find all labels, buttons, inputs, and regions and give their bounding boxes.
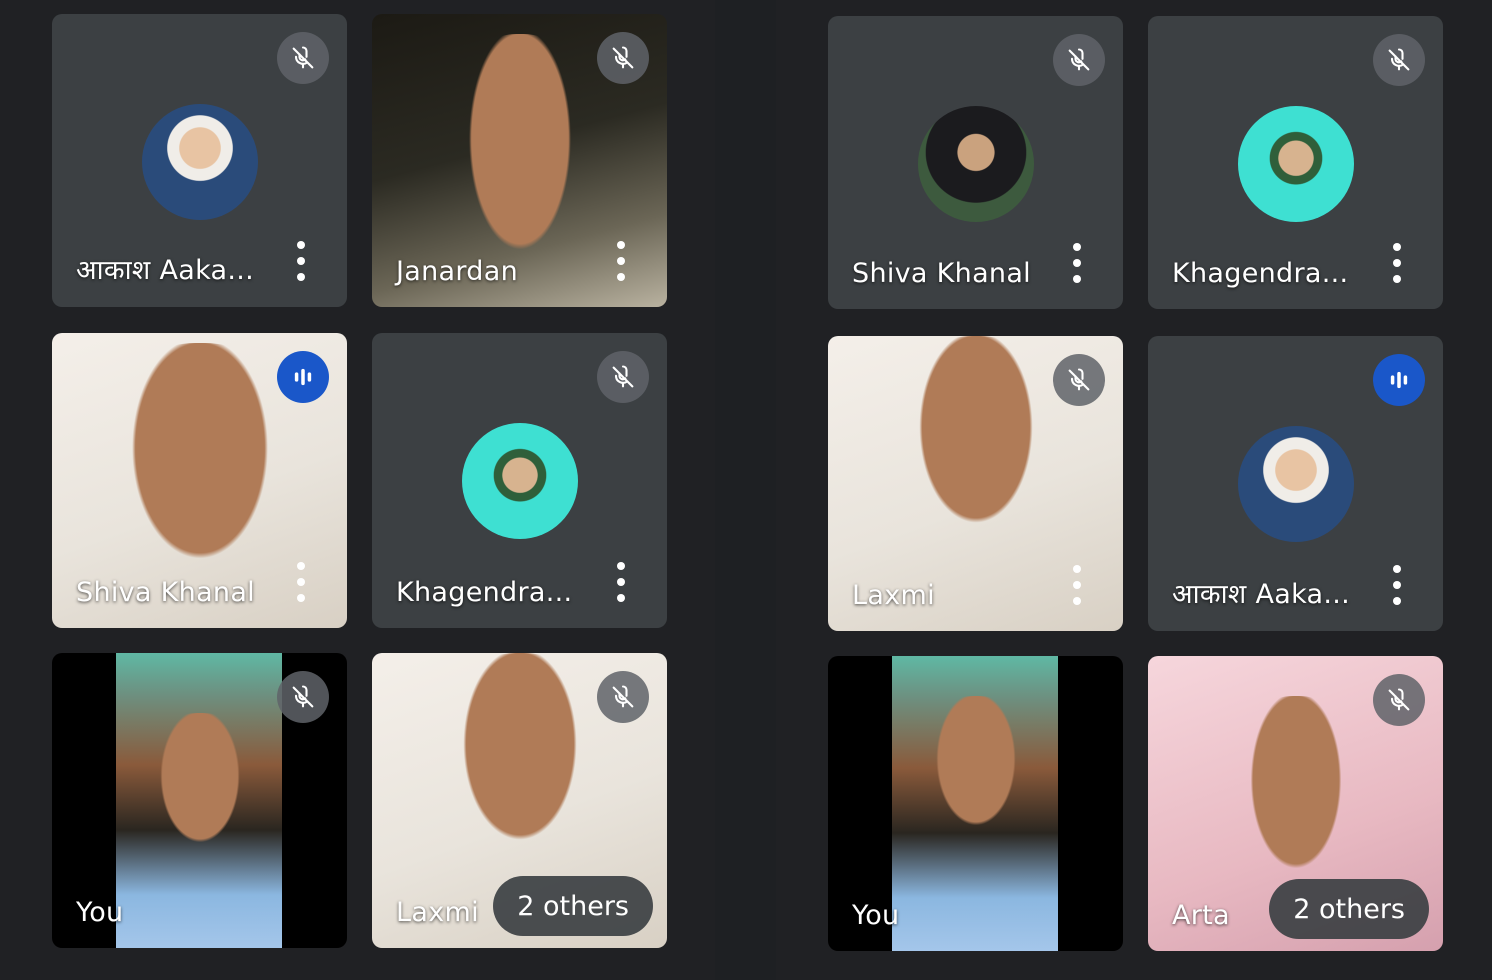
participant-tile[interactable]: आकाश Aaka... xyxy=(1148,336,1443,631)
participant-tile[interactable]: Shiva Khanal xyxy=(52,333,347,628)
mic-off-icon xyxy=(277,671,329,723)
meeting-grid-left: आकाश Aaka... Janardan Shiva Khanal Khage… xyxy=(0,0,715,980)
more-vert-icon[interactable] xyxy=(1063,243,1091,283)
more-vert-icon[interactable] xyxy=(607,241,635,281)
participant-tile[interactable]: Khagendra... xyxy=(1148,16,1443,309)
mic-off-icon xyxy=(277,32,329,84)
mic-off-icon xyxy=(1053,354,1105,406)
participant-tile[interactable]: Shiva Khanal xyxy=(828,16,1123,309)
mic-off-icon xyxy=(1373,34,1425,86)
participant-name: Shiva Khanal xyxy=(76,577,255,608)
mic-off-icon xyxy=(1053,34,1105,86)
participant-video xyxy=(875,336,1076,596)
mic-off-icon xyxy=(597,671,649,723)
participant-video xyxy=(419,653,620,913)
participant-name: You xyxy=(76,897,124,928)
mic-off-icon xyxy=(597,32,649,84)
participant-name: Khagendra... xyxy=(1172,258,1349,289)
panel-divider xyxy=(715,0,776,980)
participant-avatar xyxy=(1237,426,1354,542)
participant-name: You xyxy=(852,900,900,931)
mic-off-icon xyxy=(1373,674,1425,726)
participant-name: Janardan xyxy=(396,256,518,287)
participant-avatar xyxy=(917,106,1034,222)
participant-avatar xyxy=(461,423,578,539)
participant-tile[interactable]: Janardan xyxy=(372,14,667,307)
more-vert-icon[interactable] xyxy=(287,562,315,602)
participant-avatar xyxy=(1237,106,1354,222)
participant-tile[interactable]: आकाश Aaka... xyxy=(52,14,347,307)
participant-video xyxy=(129,713,270,893)
more-vert-icon[interactable] xyxy=(1063,565,1091,605)
participant-video xyxy=(905,696,1046,876)
participant-tile[interactable]: Laxmi xyxy=(828,336,1123,631)
participant-tile[interactable]: You xyxy=(52,653,347,948)
others-button[interactable]: 2 others xyxy=(1269,879,1429,939)
more-vert-icon[interactable] xyxy=(1383,243,1411,283)
participant-tile[interactable]: You xyxy=(828,656,1123,951)
participant-avatar xyxy=(141,104,258,220)
more-vert-icon[interactable] xyxy=(607,562,635,602)
more-vert-icon[interactable] xyxy=(1383,565,1411,605)
audio-level-icon xyxy=(1373,354,1425,406)
participant-name: Arta xyxy=(1172,900,1230,931)
others-button[interactable]: 2 others xyxy=(493,876,653,936)
participant-tile[interactable]: Laxmi 2 others xyxy=(372,653,667,948)
participant-name: आकाश Aaka... xyxy=(76,255,255,286)
participant-tile[interactable]: Khagendra... xyxy=(372,333,667,628)
meeting-grid-right: Shiva Khanal Khagendra... Laxmi आकाश Aak… xyxy=(776,0,1492,980)
participant-tile[interactable]: Arta 2 others xyxy=(1148,656,1443,951)
mic-off-icon xyxy=(597,351,649,403)
audio-level-icon xyxy=(277,351,329,403)
participant-name: Laxmi xyxy=(396,897,479,928)
participant-name: आकाश Aaka... xyxy=(1172,579,1351,610)
more-vert-icon[interactable] xyxy=(287,241,315,281)
participant-name: Khagendra... xyxy=(396,577,573,608)
participant-name: Shiva Khanal xyxy=(852,258,1031,289)
participant-name: Laxmi xyxy=(852,580,935,611)
